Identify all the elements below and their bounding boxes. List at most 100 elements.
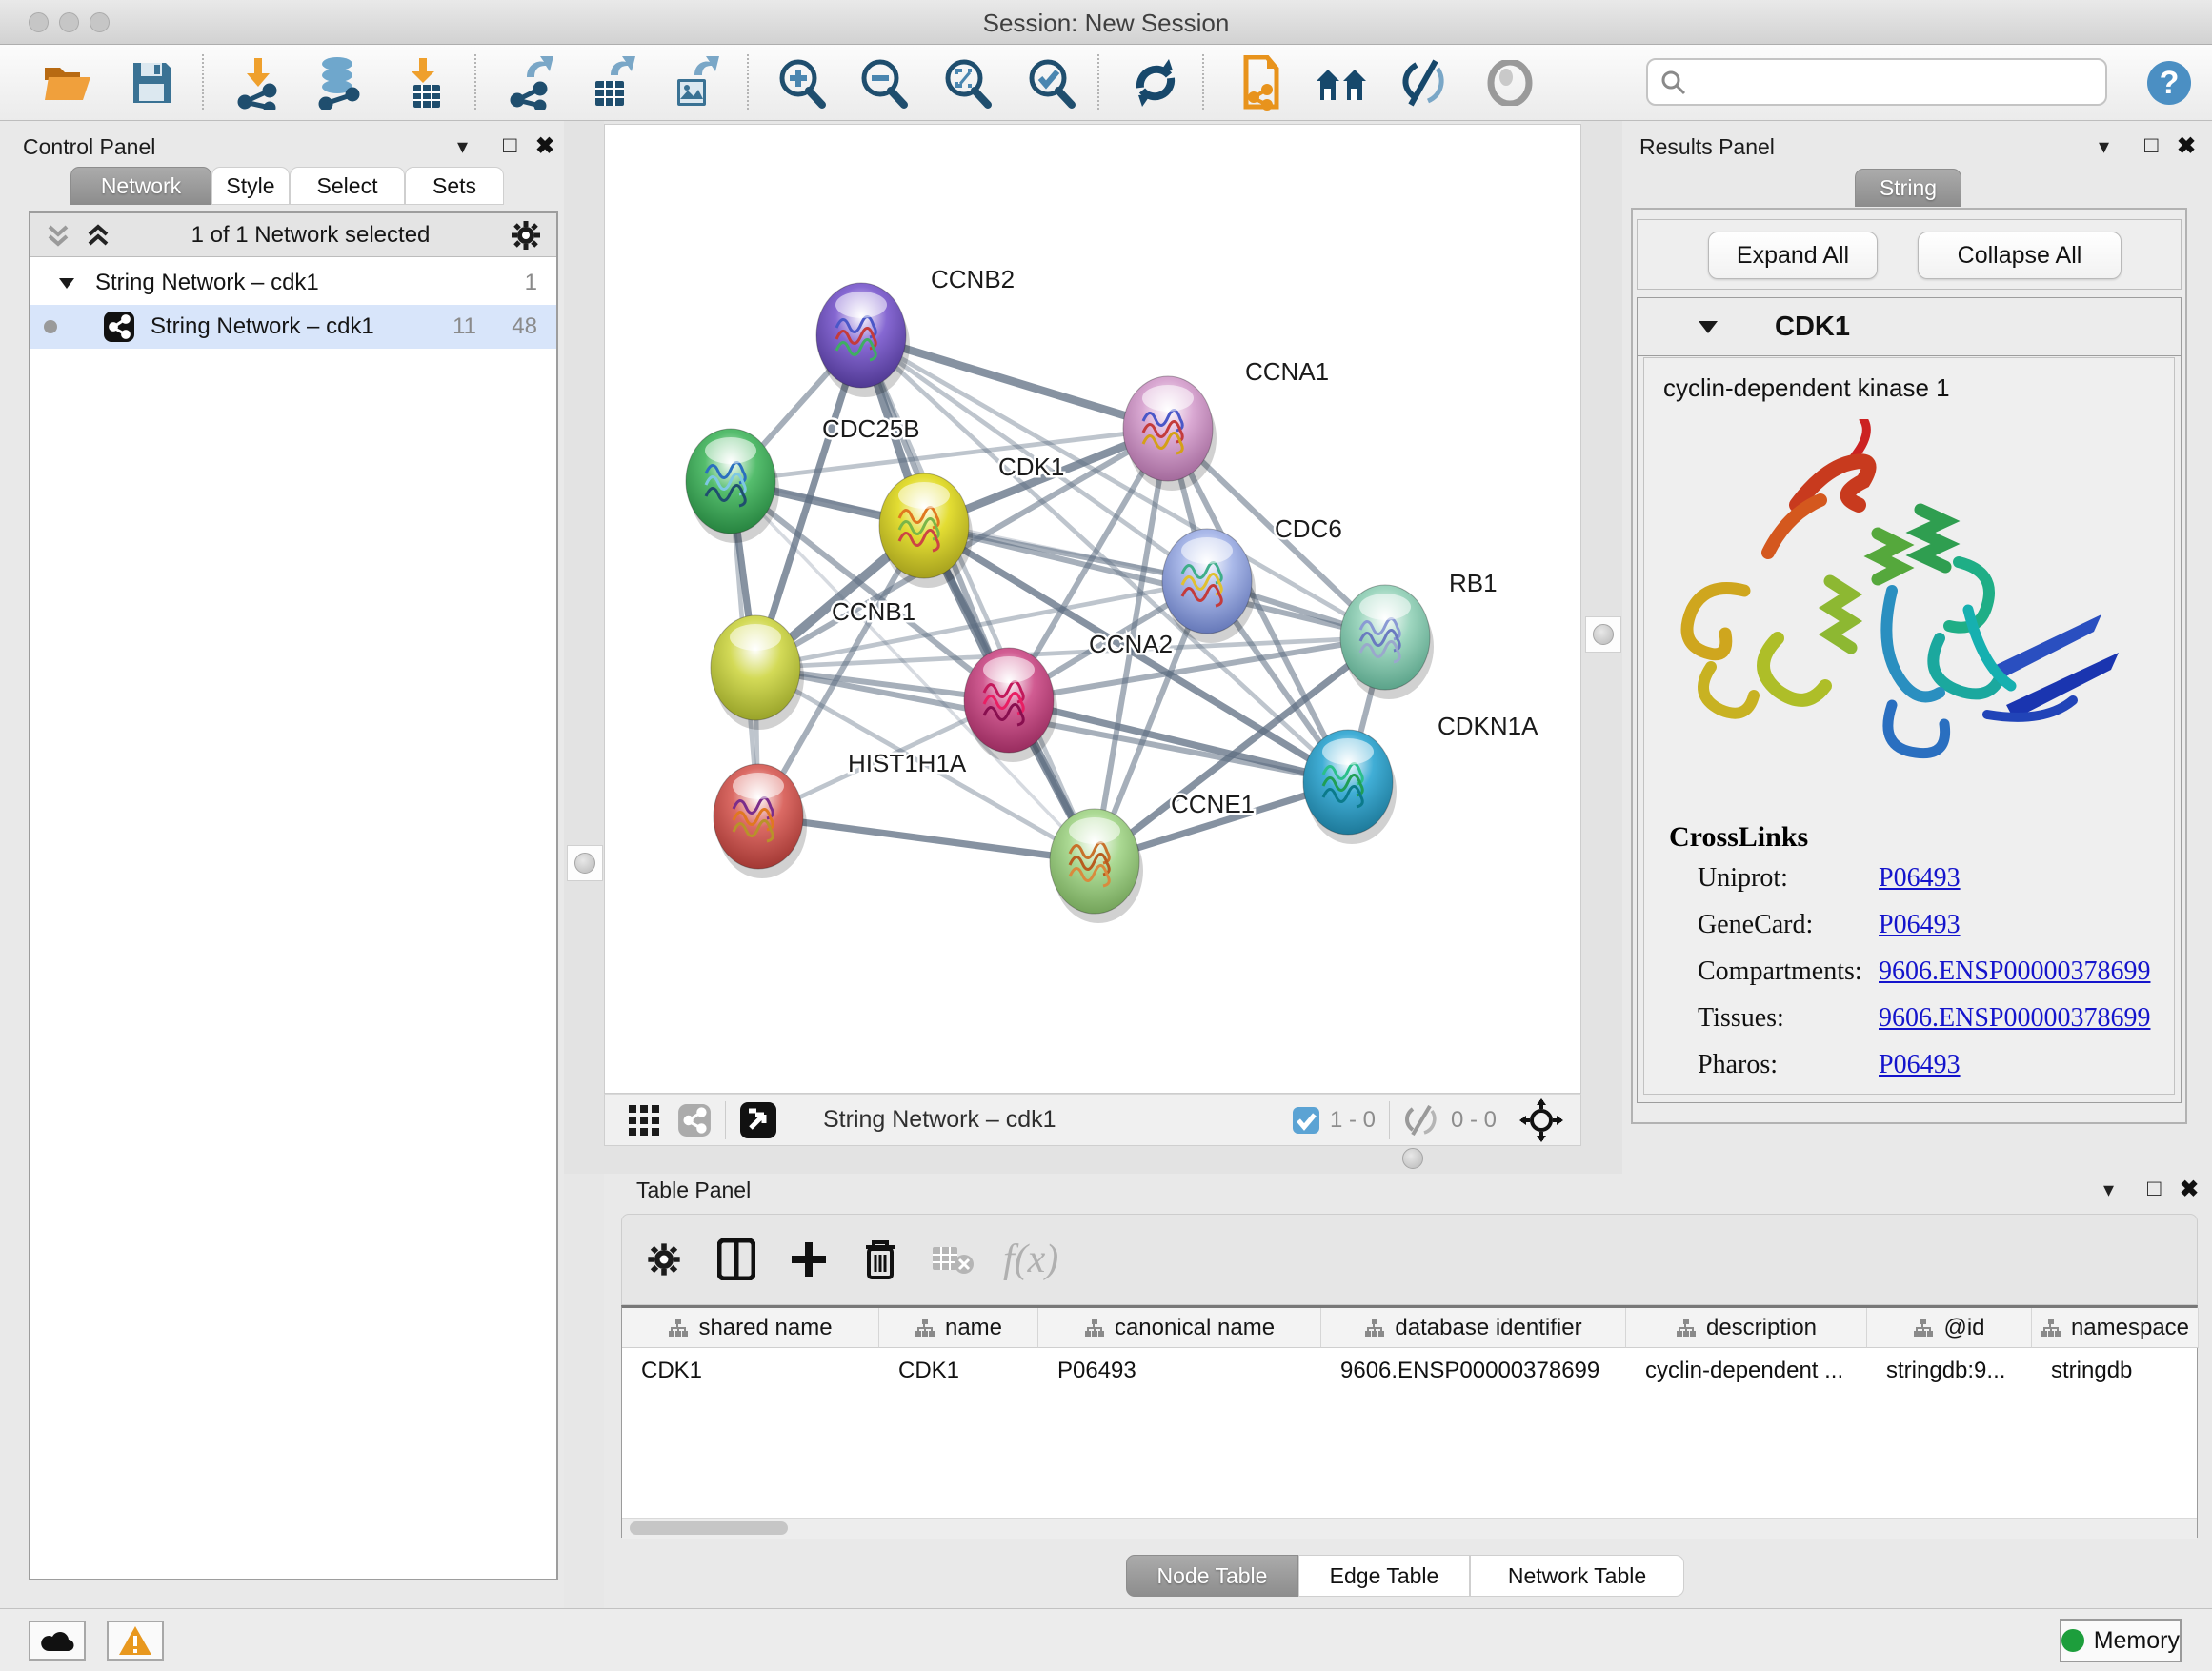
- network-edge[interactable]: [758, 816, 1095, 861]
- tab-node-table[interactable]: Node Table: [1126, 1555, 1298, 1597]
- results-button-row: Expand All Collapse All: [1637, 219, 2182, 290]
- crosslink-link[interactable]: 9606.ENSP00000378699: [1879, 956, 2150, 987]
- table-cell[interactable]: cyclin-dependent ...: [1626, 1348, 1867, 1394]
- scrollbar-thumb[interactable]: [630, 1521, 788, 1535]
- collapse-all-icon[interactable]: [44, 221, 72, 250]
- crosslink-link[interactable]: P06493: [1879, 863, 1961, 894]
- control-panel-close-icon[interactable]: ✖: [535, 132, 554, 160]
- delete-column-icon[interactable]: [862, 1238, 898, 1281]
- export-table-icon[interactable]: [585, 56, 640, 110]
- column-header-shared-name[interactable]: shared name: [622, 1308, 879, 1348]
- import-network-icon[interactable]: [231, 56, 286, 110]
- grid-view-icon[interactable]: [628, 1104, 660, 1137]
- expand-all-icon[interactable]: [84, 221, 112, 250]
- tab-select[interactable]: Select: [290, 167, 405, 205]
- gene-card-header[interactable]: CDK1: [1638, 298, 2181, 356]
- tab-edge-table[interactable]: Edge Table: [1298, 1555, 1470, 1597]
- hidden-eye-icon: [1403, 1105, 1441, 1136]
- add-column-icon[interactable]: [790, 1240, 828, 1278]
- right-splitter-handle[interactable]: [1585, 616, 1621, 653]
- import-database-icon[interactable]: [311, 56, 366, 110]
- zoom-selected-icon[interactable]: [1023, 56, 1078, 110]
- table-panel-float-icon[interactable]: □: [2147, 1176, 2162, 1202]
- tab-style[interactable]: Style: [211, 167, 290, 205]
- network-collection-row[interactable]: String Network – cdk1 1: [30, 261, 556, 305]
- column-header-database-identifier[interactable]: database identifier: [1321, 1308, 1626, 1348]
- column-header-@id[interactable]: @id: [1867, 1308, 2032, 1348]
- search-field[interactable]: [1646, 58, 2107, 106]
- column-header-namespace[interactable]: namespace: [2032, 1308, 2199, 1348]
- import-table-icon[interactable]: [396, 56, 452, 110]
- right-splitter[interactable]: [1581, 121, 1622, 1174]
- zoom-out-icon[interactable]: [855, 56, 911, 110]
- table-cell[interactable]: P06493: [1038, 1348, 1321, 1394]
- table-cell[interactable]: stringdb: [2032, 1348, 2199, 1394]
- crosslink-link[interactable]: P06493: [1879, 910, 1961, 940]
- left-splitter-handle[interactable]: [567, 845, 603, 881]
- homes-icon[interactable]: [1315, 56, 1370, 110]
- warning-button[interactable]: [107, 1621, 164, 1661]
- memory-label: Memory: [2094, 1627, 2180, 1655]
- expand-all-button[interactable]: Expand All: [1708, 232, 1878, 279]
- crosslink-row: GeneCard:P06493: [1698, 910, 2155, 940]
- network-row[interactable]: String Network – cdk1 11 48: [30, 305, 556, 349]
- results-panel-float-icon[interactable]: □: [2144, 132, 2159, 159]
- node-table[interactable]: shared namenamecanonical namedatabase id…: [621, 1305, 2198, 1538]
- help-icon[interactable]: ?: [2142, 56, 2197, 110]
- document-share-icon[interactable]: [1231, 56, 1286, 110]
- horizontal-scrollbar[interactable]: [622, 1518, 2197, 1539]
- results-panel-close-icon[interactable]: ✖: [2177, 132, 2196, 160]
- crosslink-label: GeneCard:: [1698, 910, 1879, 940]
- search-input[interactable]: [1686, 68, 2071, 96]
- refresh-icon[interactable]: [1128, 56, 1183, 110]
- selected-checkbox-icon[interactable]: [1292, 1106, 1320, 1135]
- hide-eye-icon[interactable]: [1398, 56, 1454, 110]
- column-header-description[interactable]: description: [1626, 1308, 1867, 1348]
- birdseye-icon[interactable]: [739, 1101, 777, 1139]
- left-splitter[interactable]: [564, 121, 604, 1174]
- crosshair-icon[interactable]: [1519, 1098, 1563, 1142]
- tab-network[interactable]: Network: [70, 167, 211, 205]
- column-header-name[interactable]: name: [879, 1308, 1038, 1348]
- network-canvas[interactable]: CCNB2CCNA1CDC25BCDK1CDC6RB1CCNB1CCNA2CDK…: [604, 124, 1581, 1094]
- show-eye-icon[interactable]: [1482, 56, 1538, 110]
- zoom-fit-icon[interactable]: [939, 56, 995, 110]
- open-folder-icon[interactable]: [40, 56, 95, 110]
- table-cell[interactable]: CDK1: [879, 1348, 1038, 1394]
- crosslink-label: Pharos:: [1698, 1050, 1879, 1080]
- gene-card-cdk1: CDK1 cyclin-dependent kinase 1: [1637, 297, 2182, 1103]
- export-network-icon[interactable]: [503, 56, 558, 110]
- bottom-splitter-handle[interactable]: [1397, 1142, 1429, 1175]
- save-icon[interactable]: [124, 56, 179, 110]
- collapse-all-button[interactable]: Collapse All: [1918, 232, 2122, 279]
- cloud-button[interactable]: [29, 1621, 86, 1661]
- table-cell[interactable]: CDK1: [622, 1348, 879, 1394]
- crosslink-link[interactable]: P06493: [1879, 1050, 1961, 1080]
- table-cell[interactable]: stringdb:9...: [1867, 1348, 2032, 1394]
- control-panel-float-icon[interactable]: □: [503, 132, 517, 159]
- results-panel-collapse-icon[interactable]: ▾: [2099, 134, 2109, 159]
- table-panel-close-icon[interactable]: ✖: [2180, 1176, 2199, 1203]
- control-panel-collapse-icon[interactable]: ▾: [457, 134, 468, 159]
- zoom-in-icon[interactable]: [774, 56, 829, 110]
- tab-network-table[interactable]: Network Table: [1470, 1555, 1684, 1597]
- title-bar: Session: New Session: [0, 0, 2212, 45]
- crosslink-row: Tissues:9606.ENSP00000378699: [1698, 1003, 2155, 1034]
- column-header-canonical-name[interactable]: canonical name: [1038, 1308, 1321, 1348]
- crosslink-link[interactable]: 9606.ENSP00000378699: [1879, 1003, 2150, 1034]
- network-graph[interactable]: CCNB2CCNA1CDC25BCDK1CDC6RB1CCNB1CCNA2CDK…: [605, 125, 1580, 1093]
- export-image-icon[interactable]: [667, 56, 722, 110]
- gear-icon[interactable]: [509, 218, 543, 252]
- tree-expand-icon[interactable]: [57, 275, 76, 291]
- card-collapse-icon[interactable]: [1697, 318, 1719, 335]
- table-panel-collapse-icon[interactable]: ▾: [2103, 1178, 2114, 1202]
- memory-button[interactable]: Memory: [2060, 1619, 2182, 1662]
- show-columns-icon[interactable]: [717, 1238, 755, 1280]
- tab-string[interactable]: String: [1855, 169, 1961, 207]
- toolbar-separator: [1097, 54, 1099, 110]
- table-cell[interactable]: 9606.ENSP00000378699: [1321, 1348, 1626, 1394]
- table-gear-icon[interactable]: [645, 1240, 683, 1278]
- share-view-icon[interactable]: [677, 1103, 712, 1137]
- column-type-icon: [915, 1318, 935, 1339]
- tab-sets[interactable]: Sets: [405, 167, 504, 205]
